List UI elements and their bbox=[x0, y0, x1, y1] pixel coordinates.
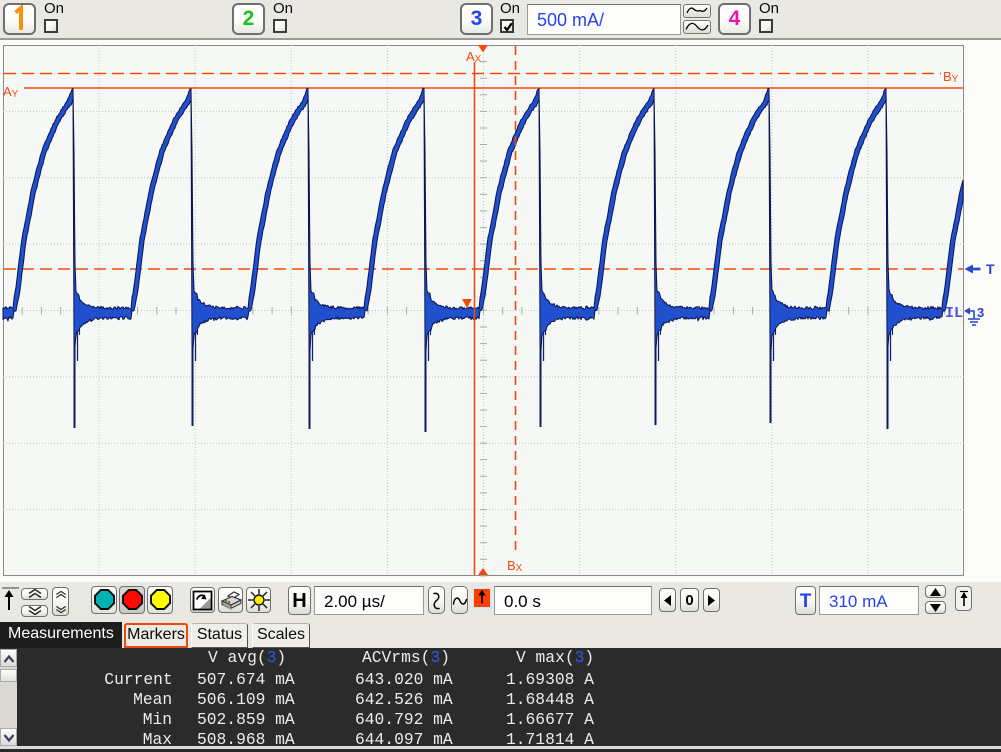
svg-text:IL: IL bbox=[945, 305, 963, 322]
svg-text:T: T bbox=[986, 261, 995, 277]
svg-text:3: 3 bbox=[977, 305, 984, 320]
